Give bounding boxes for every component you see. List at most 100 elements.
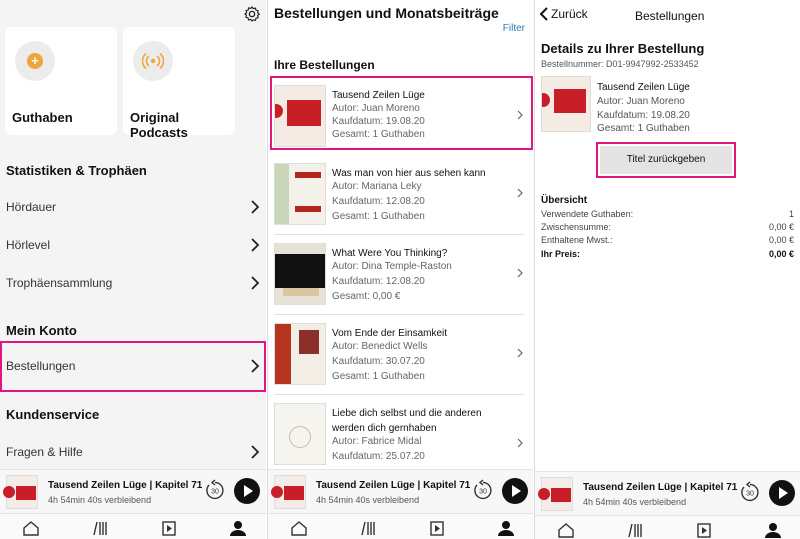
tab-bar — [535, 515, 800, 539]
page-title: Bestellungen und Monatsbeiträge — [274, 5, 499, 21]
player-icon[interactable] — [428, 520, 446, 536]
overview-heading: Übersicht — [541, 195, 588, 206]
order-title: What Were You Thinking? — [332, 248, 448, 259]
order-total: Gesamt: 1 Guthaben — [332, 371, 425, 382]
menu-item-trophaeen[interactable]: Trophäensammlung — [0, 264, 266, 302]
order-total: Gesamt: 1 Guthaben — [597, 123, 690, 134]
return-title-button[interactable]: Titel zurückgeben — [596, 142, 736, 178]
order-detail-panel: Zurück Bestellungen Details zu Ihrer Bes… — [534, 0, 800, 539]
section-heading: Ihre Bestellungen — [274, 58, 375, 72]
tab-bar — [268, 513, 533, 539]
highlight-box — [0, 341, 266, 392]
order-date: Kaufdatum: 25.07.20 — [332, 451, 425, 462]
skip-back-30-icon[interactable]: 30 — [739, 481, 761, 503]
menu-item-hoerlevel[interactable]: Hörlevel — [0, 226, 266, 264]
tile-original-podcasts[interactable]: Original Podcasts — [123, 27, 235, 140]
order-title: Vom Ende der Einsamkeit — [332, 328, 448, 339]
menu-item-label: Hördauer — [6, 200, 57, 214]
home-icon[interactable] — [290, 520, 308, 536]
order-total: Gesamt: 1 Guthaben — [332, 211, 425, 222]
nav-title: Bestellungen — [635, 9, 705, 23]
chevron-right-icon — [517, 268, 523, 278]
play-button[interactable] — [769, 480, 795, 506]
mini-player[interactable]: Tausend Zeilen Lüge | Kapitel 71 4h 54mi… — [268, 469, 533, 513]
player-cover — [538, 477, 573, 511]
filter-link[interactable]: Filter — [503, 23, 525, 34]
order-author: Autor: Benedict Wells — [332, 341, 428, 352]
player-title: Tausend Zeilen Lüge | Kapitel 71 — [583, 482, 738, 493]
book-cover — [274, 243, 326, 305]
tile-guthaben[interactable]: + Guthaben — [5, 27, 117, 135]
menu-item-label: Fragen & Hilfe — [6, 445, 83, 459]
order-author: Autor: Fabrice Midal — [332, 436, 422, 447]
order-item[interactable]: Was man von hier aus sehen kann Autor: M… — [268, 155, 533, 235]
chevron-right-icon — [251, 276, 260, 290]
plus-icon: + — [15, 41, 55, 81]
purchase-date: Kaufdatum: 19.08.20 — [597, 110, 690, 121]
skip-back-30-icon[interactable]: 30 — [204, 479, 226, 501]
book-cover — [541, 76, 591, 132]
tile-label: Original Podcasts — [130, 110, 188, 140]
player-remaining: 4h 54min 40s verbleibend — [316, 495, 420, 505]
play-button[interactable] — [502, 478, 528, 504]
overview-row: Verwendete Guthaben: 1 — [541, 209, 794, 219]
menu-item-fragen-hilfe[interactable]: Fragen & Hilfe — [0, 433, 266, 471]
book-title: Tausend Zeilen Lüge — [597, 82, 690, 93]
profile-icon[interactable] — [764, 522, 782, 538]
chevron-left-icon — [539, 7, 548, 21]
order-number: Bestellnummer: D01-9947992-2533452 — [541, 59, 699, 69]
chevron-right-icon — [517, 188, 523, 198]
book-cover — [274, 163, 326, 225]
tab-bar — [0, 513, 266, 539]
podcast-icon — [133, 41, 173, 81]
orders-panel: Bestellungen und Monatsbeiträge Filter I… — [267, 0, 533, 539]
overview-price-row: Ihr Preis: 0,00 € — [541, 249, 794, 259]
book-cover — [274, 403, 326, 465]
order-date: Kaufdatum: 12.08.20 — [332, 196, 425, 207]
order-item[interactable]: What Were You Thinking? Autor: Dina Temp… — [268, 235, 533, 315]
chevron-right-icon — [251, 238, 260, 252]
overview-row: Zwischensumme: 0,00 € — [541, 222, 794, 232]
home-icon[interactable] — [22, 520, 40, 536]
player-cover — [3, 475, 38, 509]
stats-heading: Statistiken & Trophäen — [6, 163, 147, 178]
tile-label: Guthaben — [12, 110, 73, 125]
order-item[interactable]: Vom Ende der Einsamkeit Autor: Benedict … — [268, 315, 533, 395]
chevron-right-icon — [251, 200, 260, 214]
player-icon[interactable] — [695, 522, 713, 538]
order-author: Autor: Mariana Leky — [332, 181, 422, 192]
chevron-right-icon — [517, 348, 523, 358]
skip-back-30-icon[interactable]: 30 — [472, 479, 494, 501]
library-icon[interactable] — [91, 520, 109, 536]
chevron-right-icon — [251, 445, 260, 459]
library-icon[interactable] — [626, 522, 644, 538]
highlight-box — [270, 76, 533, 150]
player-remaining: 4h 54min 40s verbleibend — [48, 495, 152, 505]
menu-item-label: Trophäensammlung — [6, 276, 113, 290]
profile-icon[interactable] — [229, 520, 247, 536]
back-button[interactable]: Zurück — [539, 7, 588, 21]
home-icon[interactable] — [557, 522, 575, 538]
order-date: Kaufdatum: 30.07.20 — [332, 356, 425, 367]
player-remaining: 4h 54min 40s verbleibend — [583, 497, 687, 507]
gear-icon[interactable] — [243, 5, 261, 23]
account-heading: Mein Konto — [6, 323, 77, 338]
order-date: Kaufdatum: 12.08.20 — [332, 276, 425, 287]
order-author: Autor: Dina Temple-Raston — [332, 261, 452, 272]
overview-row: Enthaltene Mwst.: 0,00 € — [541, 235, 794, 245]
player-icon[interactable] — [160, 520, 178, 536]
menu-item-label: Hörlevel — [6, 238, 51, 252]
mini-player[interactable]: Tausend Zeilen Lüge | Kapitel 71 4h 54mi… — [535, 471, 800, 515]
return-title-label: Titel zurückgeben — [600, 146, 732, 174]
profile-icon[interactable] — [497, 520, 515, 536]
player-cover — [271, 475, 306, 509]
order-total: Gesamt: 0,00 € — [332, 291, 401, 302]
service-heading: Kundenservice — [6, 407, 100, 422]
play-button[interactable] — [234, 478, 260, 504]
library-icon[interactable] — [359, 520, 377, 536]
book-cover — [274, 323, 326, 385]
detail-heading: Details zu Ihrer Bestellung — [541, 41, 705, 56]
player-title: Tausend Zeilen Lüge | Kapitel 71 — [316, 480, 471, 491]
mini-player[interactable]: Tausend Zeilen Lüge | Kapitel 71 4h 54mi… — [0, 469, 266, 513]
menu-item-hoerdauer[interactable]: Hördauer — [0, 188, 266, 226]
